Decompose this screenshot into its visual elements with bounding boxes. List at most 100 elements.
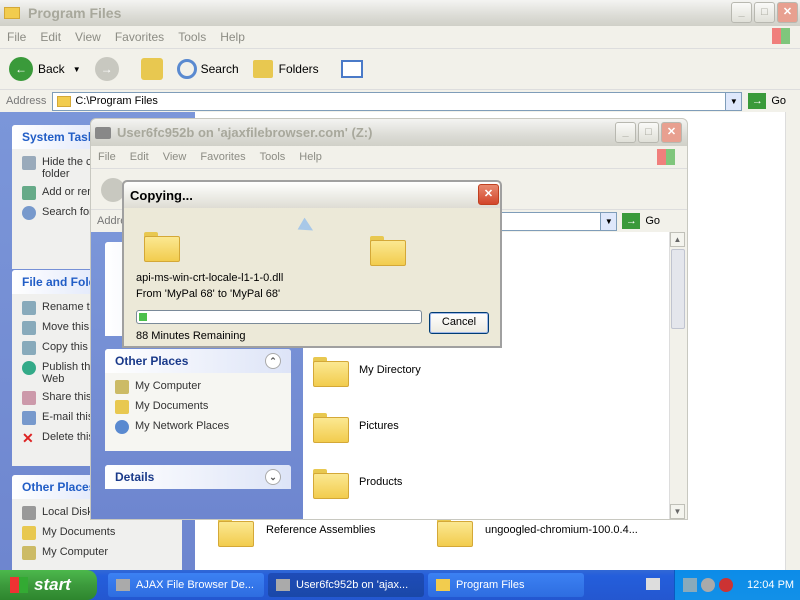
place-item[interactable]: My Computer <box>22 543 172 563</box>
menu-edit[interactable]: Edit <box>130 151 149 163</box>
documents-icon <box>115 400 129 414</box>
close-button[interactable]: ✕ <box>661 122 682 143</box>
source-folder-icon <box>144 230 180 262</box>
go-button[interactable]: Go <box>771 95 786 107</box>
menu-help[interactable]: Help <box>299 151 322 163</box>
system-tray: 12:04 PM <box>674 570 800 600</box>
folder-item[interactable]: Products <box>313 467 402 499</box>
place-item[interactable]: My Documents <box>22 523 172 543</box>
destination-folder-icon <box>370 234 406 266</box>
front-window-titlebar[interactable]: User6fc952b on 'ajaxfilebrowser.com' (Z:… <box>91 119 687 146</box>
menu-favorites[interactable]: Favorites <box>200 151 245 163</box>
scroll-thumb[interactable] <box>671 249 685 329</box>
hide-icon <box>22 156 36 170</box>
go-button[interactable]: Go <box>645 215 660 227</box>
time-remaining: 88 Minutes Remaining <box>136 330 246 342</box>
folder-icon <box>4 7 20 19</box>
back-window-title: Program Files <box>28 5 122 21</box>
folder-icon <box>436 579 450 591</box>
network-tray-icon[interactable] <box>683 578 697 592</box>
folders-button[interactable]: Folders <box>279 62 319 76</box>
globe-icon <box>22 361 36 375</box>
menu-help[interactable]: Help <box>220 30 245 44</box>
address-dropdown[interactable]: ▼ <box>725 91 743 111</box>
folder-item[interactable]: My Directory <box>313 355 421 387</box>
place-label: My Computer <box>135 380 202 392</box>
menu-tools[interactable]: Tools <box>178 30 206 44</box>
minimize-button[interactable]: _ <box>615 122 636 143</box>
place-label: My Network Places <box>135 420 230 432</box>
back-toolbar: ← Back ▼ → Search Folders <box>0 48 800 90</box>
place-item[interactable]: My Network Places <box>115 417 281 437</box>
scroll-up-button[interactable]: ▲ <box>670 232 685 247</box>
dropdown-icon[interactable]: ▼ <box>73 65 81 74</box>
collapse-chevron-icon[interactable]: ⌃ <box>265 353 281 369</box>
maximize-button[interactable]: □ <box>638 122 659 143</box>
folder-icon <box>57 95 72 107</box>
place-label: My Documents <box>135 400 209 412</box>
front-menubar: File Edit View Favorites Tools Help <box>91 146 687 168</box>
back-arrow-icon[interactable]: ← <box>9 57 33 81</box>
copy-filename: api-ms-win-crt-locale-l1-1-0.dll <box>136 272 284 284</box>
front-scrollbar[interactable]: ▲ ▼ <box>669 232 686 519</box>
minimize-button[interactable]: _ <box>731 2 752 23</box>
copy-dialog: Copying... ✕ api-ms-win-crt-locale-l1-1-… <box>122 180 502 348</box>
taskbar-task-active[interactable]: User6fc952b on 'ajax... <box>268 573 424 597</box>
close-button[interactable]: ✕ <box>777 2 798 23</box>
folder-item[interactable]: Pictures <box>313 411 399 443</box>
share-icon <box>22 391 36 405</box>
menu-view[interactable]: View <box>163 151 187 163</box>
back-scrollbar[interactable] <box>785 112 800 570</box>
start-button[interactable]: start <box>0 570 97 600</box>
keyboard-icon[interactable] <box>646 578 660 590</box>
menu-edit[interactable]: Edit <box>40 30 61 44</box>
cancel-button[interactable]: Cancel <box>429 312 489 334</box>
security-tray-icon[interactable] <box>719 578 733 592</box>
file-label: Reference Assemblies <box>266 524 376 536</box>
taskbar-task[interactable]: AJAX File Browser De... <box>108 573 264 597</box>
up-folder-icon[interactable] <box>140 58 163 80</box>
progress-fill <box>139 313 148 321</box>
address-dropdown[interactable]: ▼ <box>600 211 618 231</box>
search-button[interactable]: Search <box>201 62 239 76</box>
search-icon[interactable] <box>176 59 197 79</box>
move-icon <box>22 321 36 335</box>
windows-logo-icon <box>772 28 790 44</box>
menu-file[interactable]: File <box>98 151 116 163</box>
folders-icon[interactable] <box>252 60 273 78</box>
copy-icon <box>22 341 36 355</box>
dialog-titlebar[interactable]: Copying... <box>124 182 500 208</box>
back-window-titlebar[interactable]: Program Files <box>0 0 800 26</box>
expand-chevron-icon[interactable]: ⌄ <box>265 469 281 485</box>
network-icon <box>115 420 129 434</box>
file-label: ungoogled-chromium-100.0.4... <box>485 524 638 536</box>
speaker-tray-icon[interactable] <box>701 578 715 592</box>
dialog-close-button[interactable]: ✕ <box>478 184 499 205</box>
front-details-box: Details ⌄ <box>105 465 291 489</box>
place-item[interactable]: My Computer <box>115 377 281 397</box>
go-icon[interactable]: → <box>748 93 767 109</box>
views-icon[interactable] <box>340 60 363 78</box>
taskbar-task[interactable]: Program Files <box>428 573 584 597</box>
menu-file[interactable]: File <box>7 30 26 44</box>
search-icon <box>22 206 36 220</box>
clock: 12:04 PM <box>747 579 795 591</box>
place-item[interactable]: My Documents <box>115 397 281 417</box>
menu-favorites[interactable]: Favorites <box>115 30 164 44</box>
folder-icon <box>313 411 349 443</box>
address-input[interactable]: C:\Program Files <box>52 91 743 111</box>
task-label: AJAX File Browser De... <box>136 579 254 591</box>
details-header[interactable]: Details ⌄ <box>105 465 291 489</box>
menu-view[interactable]: View <box>75 30 101 44</box>
folder-label: Pictures <box>359 420 399 432</box>
go-icon[interactable]: → <box>622 213 641 229</box>
email-icon <box>22 411 36 425</box>
maximize-button[interactable]: □ <box>754 2 775 23</box>
forward-arrow-icon[interactable]: → <box>94 57 119 81</box>
other-places-title: Other Places <box>22 480 96 494</box>
back-button[interactable]: Back <box>38 62 65 76</box>
task-label: Program Files <box>456 579 525 591</box>
scroll-down-button[interactable]: ▼ <box>670 504 685 519</box>
front-other-header[interactable]: Other Places ⌃ <box>105 349 291 373</box>
menu-tools[interactable]: Tools <box>260 151 286 163</box>
